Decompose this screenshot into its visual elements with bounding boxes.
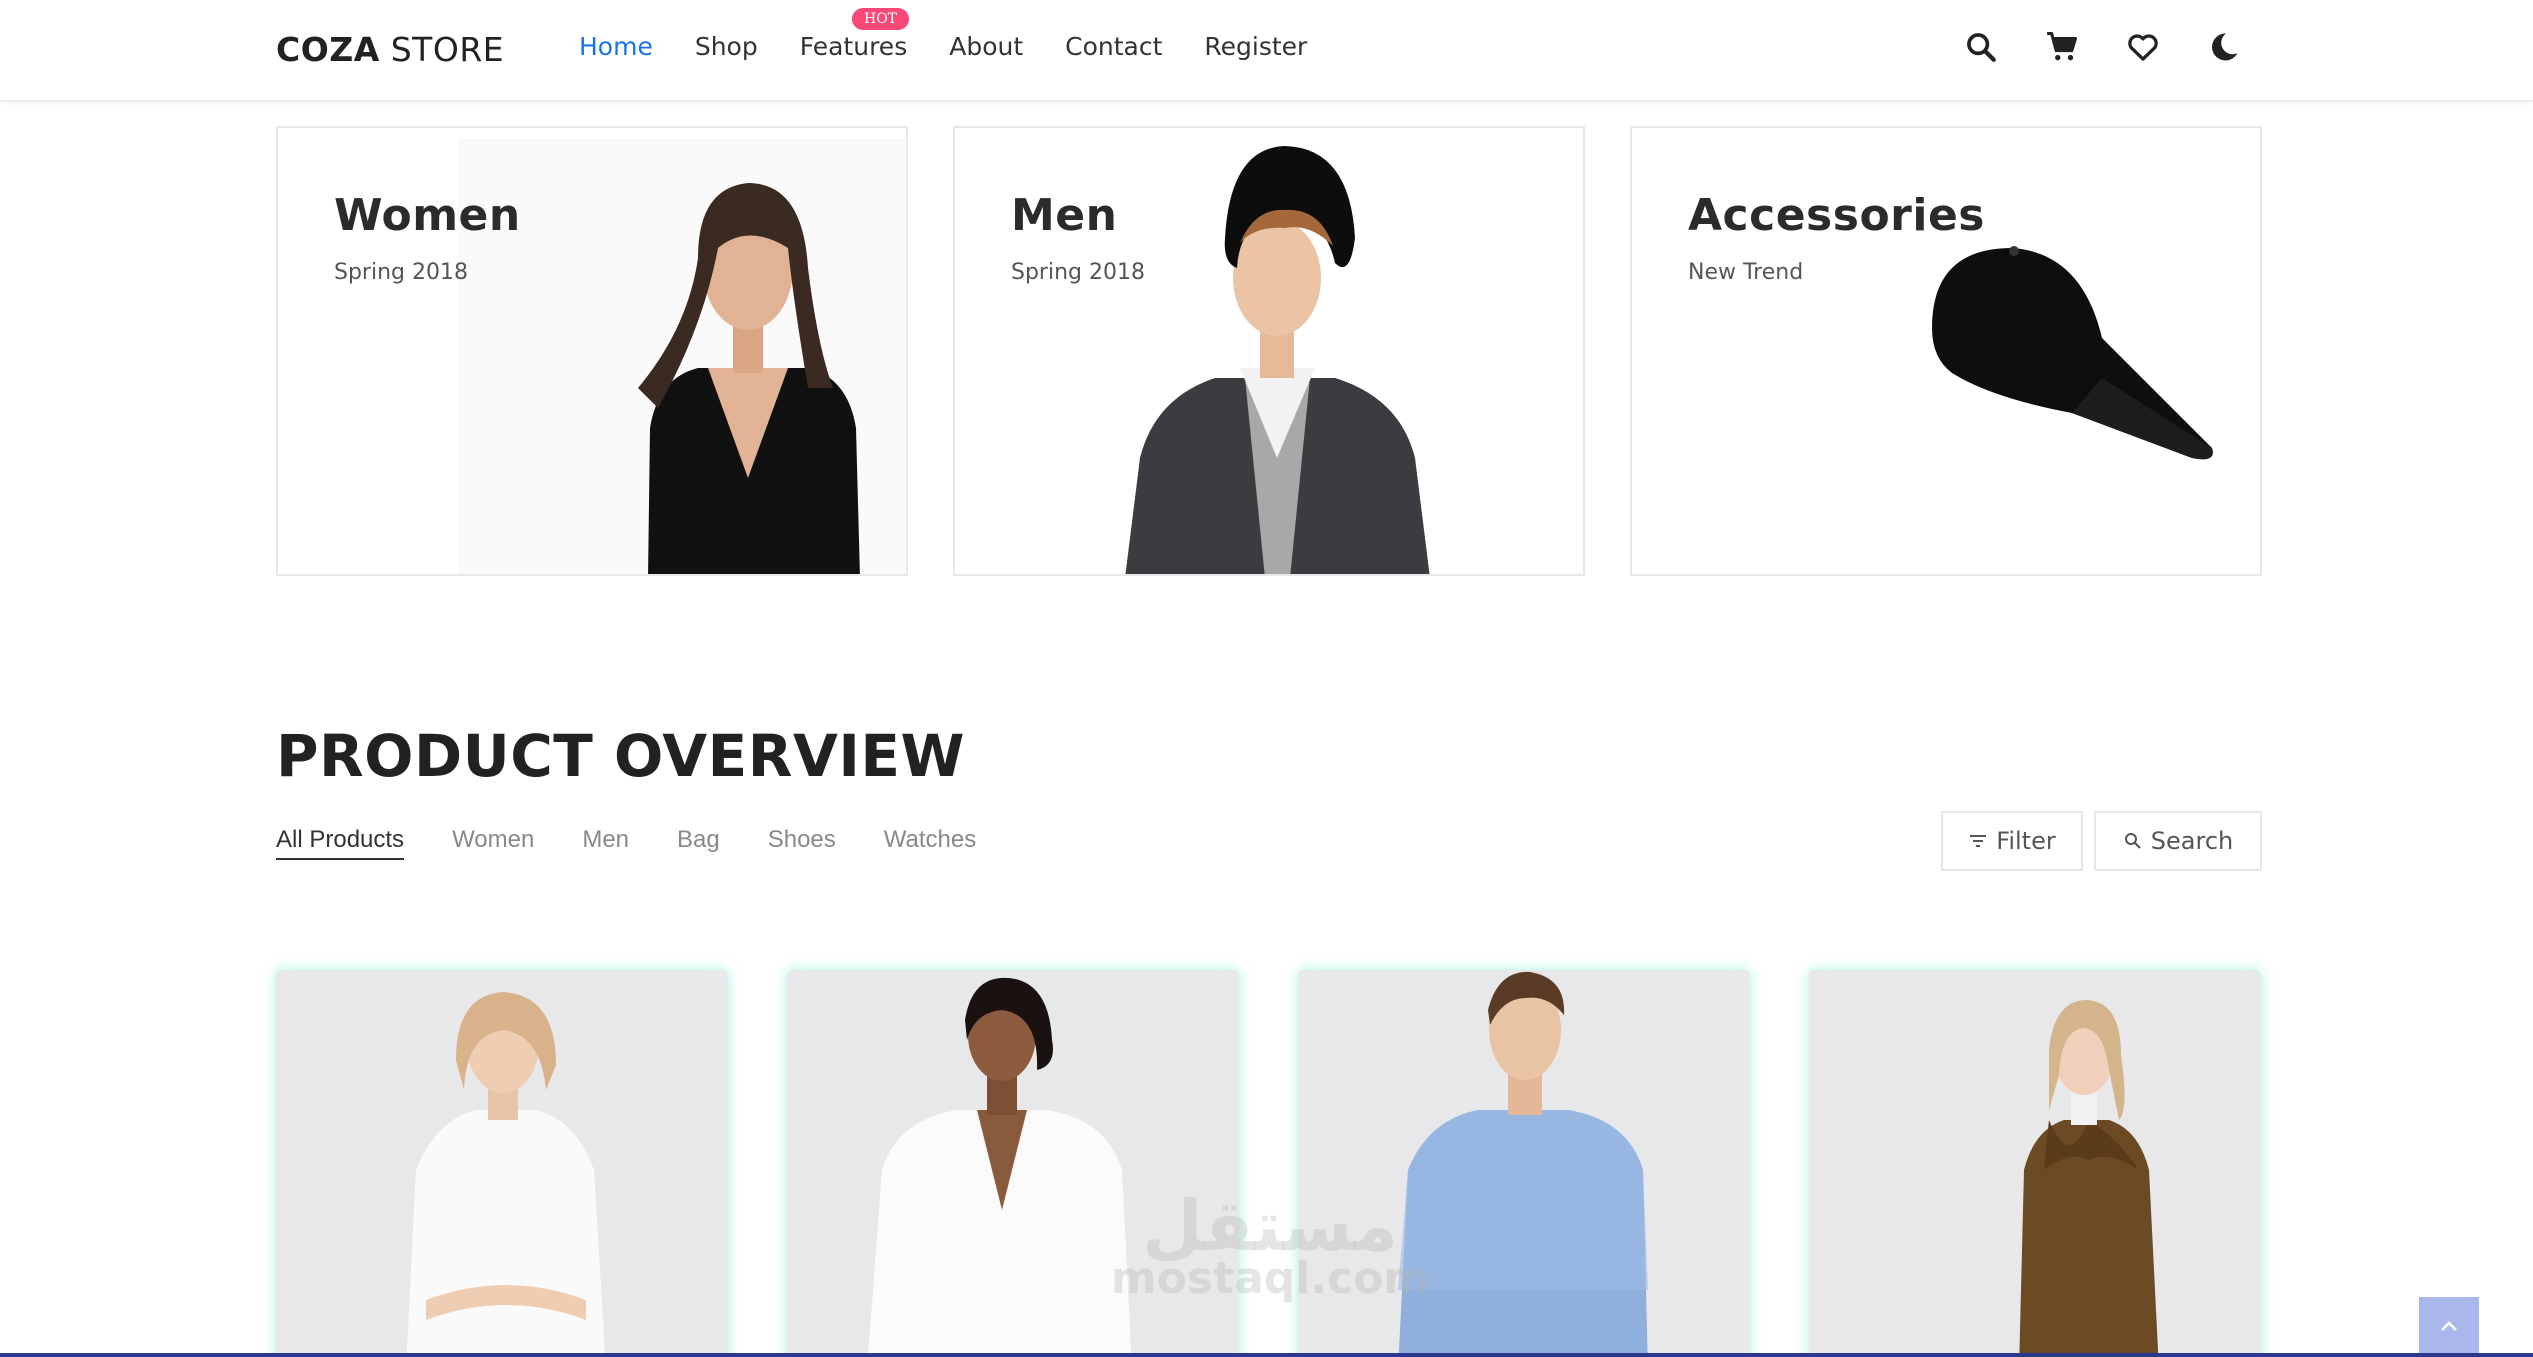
filter-button-label: Filter (1996, 827, 2056, 855)
banner-title: Men (1011, 190, 1118, 241)
banner-title: Women (334, 190, 521, 241)
cart-icon[interactable] (2041, 26, 2083, 68)
filter-watches[interactable]: Watches (884, 826, 976, 860)
heart-icon[interactable] (2122, 26, 2164, 68)
banner-subtitle: Spring 2018 (334, 260, 468, 285)
scroll-to-top-button[interactable] (2419, 1297, 2479, 1357)
nav-home[interactable]: Home (579, 32, 653, 61)
banner-title: Accessories (1688, 190, 1985, 241)
search-button[interactable]: Search (2094, 811, 2262, 871)
filter-shoes[interactable]: Shoes (768, 826, 836, 860)
search-button-label: Search (2150, 827, 2234, 855)
filter-all-products[interactable]: All Products (276, 826, 405, 860)
section-title: PRODUCT OVERVIEW (276, 722, 966, 790)
search-icon (2124, 833, 2141, 849)
filter-bag[interactable]: Bag (677, 826, 720, 860)
main-nav: Home Shop Features About Contact Registe… (579, 32, 1349, 61)
banner-accessories[interactable]: Accessories New Trend (1630, 126, 2262, 576)
hot-badge: HOT (852, 8, 910, 30)
filter-lines-icon (1970, 835, 1987, 847)
filter-button[interactable]: Filter (1941, 811, 2083, 871)
product-card[interactable] (276, 970, 728, 1357)
banner-women[interactable]: Women Spring 2018 (276, 126, 908, 576)
filter-men[interactable]: Men (582, 826, 629, 860)
product-image (406, 992, 606, 1357)
search-icon[interactable] (1960, 26, 2002, 68)
nav-features[interactable]: Features (800, 32, 908, 61)
moon-icon[interactable] (2203, 26, 2245, 68)
nav-contact[interactable]: Contact (1065, 32, 1162, 61)
nav-shop[interactable]: Shop (695, 32, 758, 61)
header-icons (1960, 26, 2284, 68)
banner-men[interactable]: Men Spring 2018 (953, 126, 1585, 576)
chevron-up-icon (2441, 1321, 2457, 1331)
banner-subtitle: Spring 2018 (1011, 260, 1145, 285)
site-header: COZA STORE Home Shop Features About Cont… (0, 0, 2533, 102)
bottom-bar (0, 1353, 2533, 1357)
banner-subtitle: New Trend (1688, 260, 1804, 285)
product-image (2019, 1000, 2159, 1357)
watermark: مستقل mostaql.com (1110, 1185, 1430, 1304)
store-logo[interactable]: COZA STORE (276, 30, 504, 69)
category-filters: All Products Women Men Bag Shoes Watches (276, 826, 1024, 860)
filter-women[interactable]: Women (452, 826, 534, 860)
product-card[interactable] (1809, 970, 2261, 1357)
nav-register[interactable]: Register (1204, 32, 1307, 61)
nav-about[interactable]: About (949, 32, 1023, 61)
